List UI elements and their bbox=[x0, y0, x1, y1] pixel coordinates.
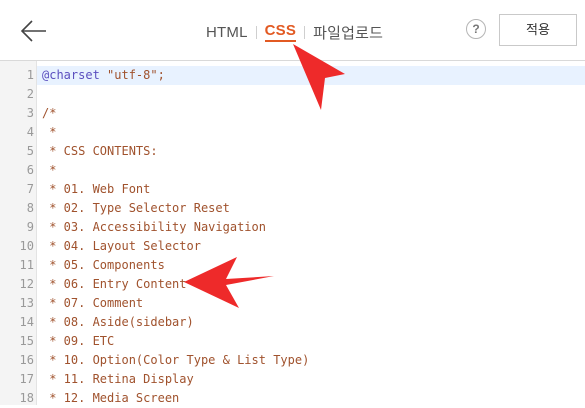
code-text: * bbox=[37, 123, 585, 142]
code-lines: 1 @charset "utf-8"; 2 3/* 4 * 5 * CSS CONTENT… bbox=[0, 66, 585, 408]
code-text: * 06. Entry Content bbox=[37, 275, 585, 294]
code-text: * 01. Web Font bbox=[37, 180, 585, 199]
code-line[interactable]: 1 @charset "utf-8"; bbox=[0, 66, 585, 85]
tab-divider bbox=[255, 25, 257, 39]
line-number: 11 bbox=[19, 258, 34, 272]
line-number: 10 bbox=[19, 239, 34, 253]
help-icon[interactable]: ? bbox=[466, 19, 486, 39]
code-line[interactable]: 12 * 06. Entry Content bbox=[0, 275, 585, 294]
tab-html[interactable]: HTML bbox=[206, 24, 248, 41]
line-number: 14 bbox=[19, 315, 34, 329]
code-content: * 06. Entry Content bbox=[42, 277, 187, 291]
code-line[interactable]: 9 * 03. Accessibility Navigation bbox=[0, 218, 585, 237]
code-text: * 02. Type Selector Reset bbox=[37, 199, 585, 218]
code-content: * 10. Option(Color Type & List Type) bbox=[42, 353, 310, 367]
line-number: 13 bbox=[19, 296, 34, 310]
code-line[interactable]: 16 * 10. Option(Color Type & List Type) bbox=[0, 351, 585, 370]
code-content: * 01. Web Font bbox=[42, 182, 151, 196]
line-number: 2 bbox=[26, 87, 34, 101]
code-content: * 11. Retina Display bbox=[42, 372, 194, 386]
code-line[interactable]: 18 * 12. Media Screen bbox=[0, 389, 585, 408]
code-text: * 03. Accessibility Navigation bbox=[37, 218, 585, 237]
line-number: 18 bbox=[19, 391, 34, 405]
back-arrow-icon[interactable] bbox=[18, 16, 50, 46]
code-content: * 05. Components bbox=[42, 258, 165, 272]
tab-css[interactable]: CSS bbox=[264, 22, 297, 42]
code-line[interactable]: 8 * 02. Type Selector Reset bbox=[0, 199, 585, 218]
code-text: * 05. Components bbox=[37, 256, 585, 275]
code-content: * 07. Comment bbox=[42, 296, 144, 310]
code-text: * 08. Aside(sidebar) bbox=[37, 313, 585, 332]
code-text: * 12. Media Screen bbox=[37, 389, 585, 408]
code-line[interactable]: 10 * 04. Layout Selector bbox=[0, 237, 585, 256]
tab-file-upload[interactable]: 파일업로드 bbox=[313, 22, 383, 43]
code-content: * 09. ETC bbox=[42, 334, 115, 348]
code-line[interactable]: 2 bbox=[0, 85, 585, 104]
apply-button[interactable]: 적용 bbox=[499, 14, 577, 46]
line-number: 7 bbox=[26, 182, 34, 196]
tab-divider bbox=[304, 25, 306, 39]
code-line[interactable]: 17 * 11. Retina Display bbox=[0, 370, 585, 389]
line-number: 5 bbox=[26, 144, 34, 158]
line-number: 1 bbox=[26, 68, 34, 82]
code-content: * 03. Accessibility Navigation bbox=[42, 220, 266, 234]
code-text: * 07. Comment bbox=[37, 294, 585, 313]
code-text: /* bbox=[37, 104, 585, 123]
code-content: * 02. Type Selector Reset bbox=[42, 201, 230, 215]
line-number: 6 bbox=[26, 163, 34, 177]
code-line[interactable]: 14 * 08. Aside(sidebar) bbox=[0, 313, 585, 332]
code-keyword: @charset bbox=[42, 68, 100, 82]
code-content: * 08. Aside(sidebar) bbox=[42, 315, 194, 329]
code-text: * 09. ETC bbox=[37, 332, 585, 351]
line-number: 12 bbox=[19, 277, 34, 291]
code-text: * 11. Retina Display bbox=[37, 370, 585, 389]
line-number: 9 bbox=[26, 220, 34, 234]
code-content: "utf-8"; bbox=[99, 68, 165, 82]
line-number: 15 bbox=[19, 334, 34, 348]
code-content: * 04. Layout Selector bbox=[42, 239, 201, 253]
code-content: * bbox=[42, 125, 57, 139]
code-line[interactable]: 13 * 07. Comment bbox=[0, 294, 585, 313]
code-line[interactable]: 7 * 01. Web Font bbox=[0, 180, 585, 199]
editor-tabs: HTML CSS 파일업로드 bbox=[206, 21, 383, 43]
code-text: * bbox=[37, 161, 585, 180]
code-line[interactable]: 4 * bbox=[0, 123, 585, 142]
code-text: * CSS CONTENTS: bbox=[37, 142, 585, 161]
code-text: * 10. Option(Color Type & List Type) bbox=[37, 351, 585, 370]
code-line[interactable]: 5 * CSS CONTENTS: bbox=[0, 142, 585, 161]
code-content: * CSS CONTENTS: bbox=[42, 144, 158, 158]
code-line[interactable]: 3 /* bbox=[0, 104, 585, 123]
css-code-editor[interactable]: 1 @charset "utf-8"; 2 3/* 4 * 5 * CSS CONTENT… bbox=[0, 61, 585, 405]
line-number: 17 bbox=[19, 372, 34, 386]
code-line[interactable]: 11 * 05. Components bbox=[0, 256, 585, 275]
line-number: 16 bbox=[19, 353, 34, 367]
line-number: 3 bbox=[26, 106, 34, 120]
code-text: @charset "utf-8"; bbox=[37, 66, 585, 85]
code-content: * bbox=[42, 163, 57, 177]
code-text: * 04. Layout Selector bbox=[37, 237, 585, 256]
line-number: 8 bbox=[26, 201, 34, 215]
code-content: /* bbox=[42, 106, 57, 120]
line-number: 4 bbox=[26, 125, 34, 139]
editor-toolbar: HTML CSS 파일업로드 ? 적용 bbox=[0, 0, 585, 61]
code-content: * 12. Media Screen bbox=[42, 391, 180, 405]
code-line[interactable]: 15 * 09. ETC bbox=[0, 332, 585, 351]
code-line[interactable]: 6 * bbox=[0, 161, 585, 180]
